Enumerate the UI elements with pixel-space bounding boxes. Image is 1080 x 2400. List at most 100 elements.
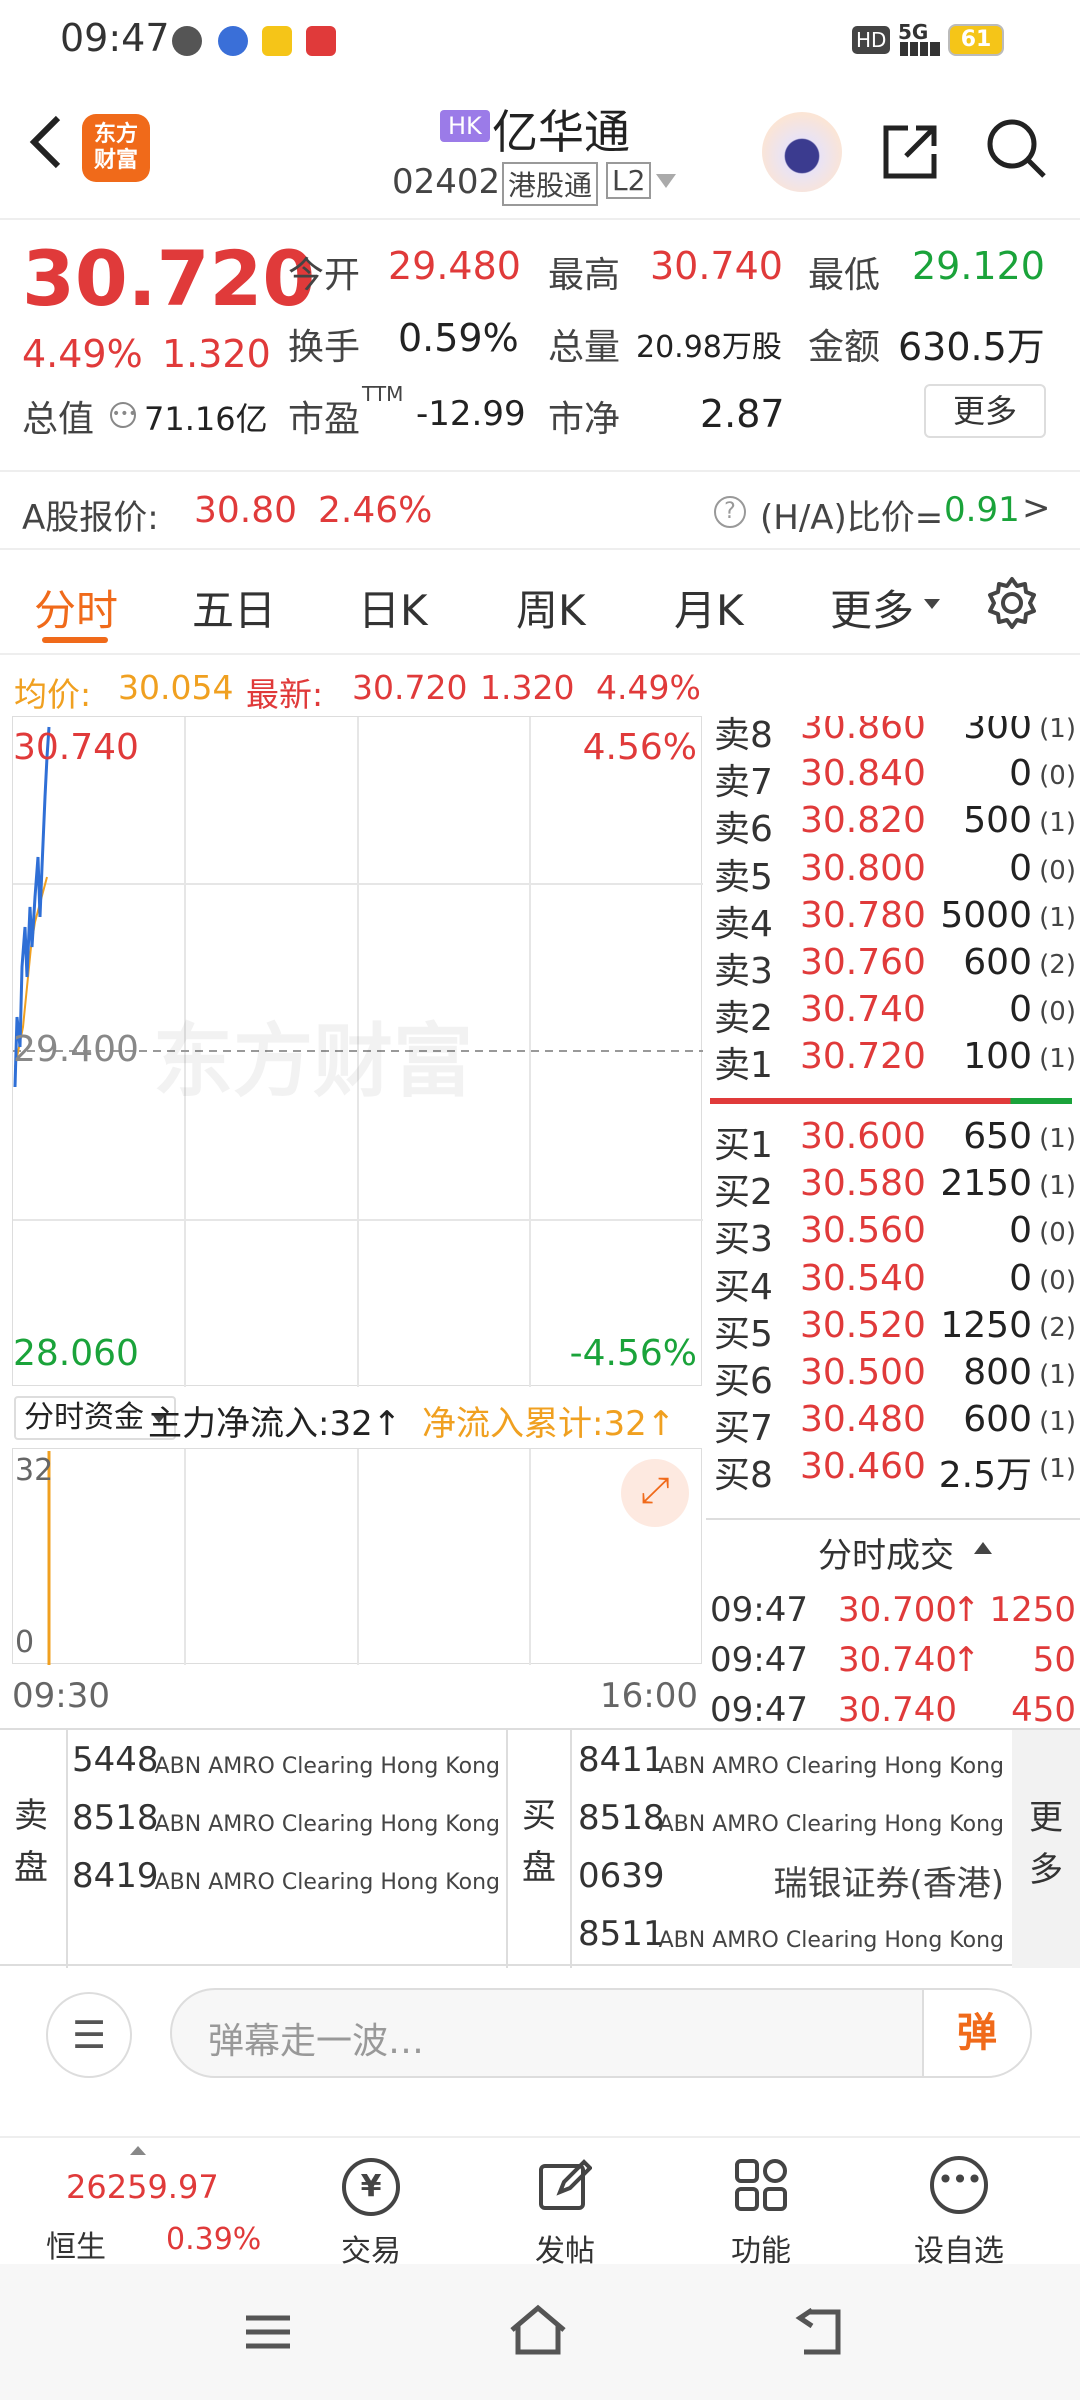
ask-row[interactable]: 卖2 30.740 0 (0) (710, 989, 1080, 1039)
status-time: 09:47 (60, 16, 170, 60)
order-book[interactable]: 卖8 30.860 300 (1) 卖7 30.840 0 (0) 卖6 30.820 500 (1)… (706, 716, 1080, 1516)
wechat-icon (172, 26, 202, 56)
broker-queue[interactable]: 卖 盘 5448 ABN AMRO Clearing Hong Kong 8518 A… (0, 1728, 1080, 1968)
nav-post[interactable]: 发帖 (500, 2138, 630, 2269)
tick-trades[interactable]: 分时成交 09:47 30.700 ↑ 1250 09:47 30.740 ↑ 50 09:47… (706, 1518, 1080, 1730)
intraday-chart[interactable]: 东方财富 30.740 4.56% 29.400 28.060 -4.56% (12, 716, 703, 1387)
bid-volume: 600 (963, 1399, 1032, 1441)
stock-app-icon (306, 26, 336, 56)
ask-row[interactable]: 卖3 30.760 600 (2) (710, 942, 1080, 992)
sell-broker-code[interactable]: 8419 (72, 1856, 159, 1896)
trade-row: 09:47 30.740 ↑ 50 (706, 1640, 1080, 1690)
trade-price: 30.700 (838, 1590, 957, 1630)
ask-row[interactable]: 卖6 30.820 500 (1) (710, 800, 1080, 850)
quote-panel: 30.720 4.49% 1.320 今开 29.480 最高 30.740 最… (0, 222, 1080, 467)
hang-seng-index[interactable]: 26259.97 恒生 0.39% (30, 2138, 270, 2266)
index-name: 恒生 (46, 2230, 106, 2265)
ask-count: (0) (1039, 997, 1076, 1028)
time-start: 09:30 (12, 1676, 110, 1716)
sell-broker-name[interactable]: ABN AMRO Clearing Hong Kong (155, 1754, 500, 1779)
buy-broker-name[interactable]: 瑞银证券(香港) (773, 1856, 1004, 1905)
search-icon[interactable] (984, 116, 1050, 182)
bid-row[interactable]: 买2 30.580 2150 (1) (710, 1163, 1080, 1213)
bid-row[interactable]: 买8 30.460 2.5万 (1) (710, 1446, 1080, 1496)
index-pct: 0.39% (166, 2222, 262, 2257)
nav-trade[interactable]: ¥ 交易 (306, 2138, 436, 2269)
bid-row[interactable]: 买5 30.520 1250 (2) (710, 1305, 1080, 1355)
tab-five-day[interactable]: 五日 (192, 577, 276, 638)
info-icon[interactable]: ••• (110, 402, 137, 428)
trade-row: 09:47 30.700 ↑ 1250 (706, 1590, 1080, 1640)
nav-watchlist[interactable]: ••• 设自选 (894, 2138, 1024, 2269)
divider (570, 1730, 572, 1968)
bid-level-label: 买2 (714, 1172, 773, 1214)
tab-weekly-k[interactable]: 周K (516, 577, 586, 638)
stock-code: 02402 (392, 162, 501, 202)
help-icon[interactable]: ? (714, 496, 746, 528)
ask-row[interactable]: 卖5 30.800 0 (0) (710, 848, 1080, 898)
trade-price: 30.740 (838, 1690, 957, 1730)
tab-more[interactable]: 更多 (830, 577, 914, 638)
settings-gear-icon[interactable] (984, 575, 1040, 631)
sell-broker-name[interactable]: ABN AMRO Clearing Hong Kong (155, 1812, 500, 1837)
ask-row[interactable]: 卖1 30.720 100 (1) (710, 1036, 1080, 1086)
caret-up-icon (130, 2146, 146, 2155)
buy-broker-code[interactable]: 8511 (578, 1914, 665, 1954)
battery-icon: 61 (948, 24, 1004, 56)
robot-avatar-icon[interactable] (762, 112, 842, 192)
home-icon[interactable] (508, 2304, 568, 2356)
bid-row[interactable]: 买6 30.500 800 (1) (710, 1352, 1080, 1402)
level2-tag: L2 (606, 162, 652, 199)
bid-row[interactable]: 买3 30.560 0 (0) (710, 1210, 1080, 1260)
open-value: 29.480 (388, 244, 521, 288)
ask-row[interactable]: 卖8 30.860 300 (1) (710, 716, 1080, 756)
tab-monthly-k[interactable]: 月K (674, 577, 744, 638)
tab-daily-k[interactable]: 日K (358, 577, 428, 638)
ask-row[interactable]: 卖7 30.840 0 (0) (710, 753, 1080, 803)
tab-intraday[interactable]: 分时 (34, 577, 118, 638)
buy-broker-name[interactable]: ABN AMRO Clearing Hong Kong (659, 1928, 1004, 1953)
buy-broker-name[interactable]: ABN AMRO Clearing Hong Kong (659, 1754, 1004, 1779)
notes-icon[interactable]: ☰ (46, 1992, 132, 2078)
bid-volume: 0 (1009, 1210, 1032, 1252)
fund-flow-chart[interactable]: 32 0 ⤢ (12, 1448, 702, 1665)
back-icon[interactable] (22, 112, 72, 172)
share-icon[interactable] (878, 120, 942, 184)
bid-count: (1) (1039, 1407, 1076, 1438)
bid-row[interactable]: 买4 30.540 0 (0) (710, 1257, 1080, 1308)
chart-tabs: 分时 五日 日K 周K 月K 更多 (0, 555, 1080, 655)
buy-broker-code[interactable]: 8411 (578, 1740, 665, 1780)
vol-top-label: 32 (15, 1453, 54, 1488)
a-share-bar[interactable]: A股报价: 30.80 2.46% ? (H/A)比价= 0.91 > (0, 470, 1080, 550)
ask-row[interactable]: 卖4 30.780 5000 (1) (710, 895, 1080, 945)
buy-broker-name[interactable]: ABN AMRO Clearing Hong Kong (659, 1812, 1004, 1837)
latest-label: 最新: (246, 675, 324, 714)
nav-functions[interactable]: 功能 (696, 2138, 826, 2269)
bid-volume: 0 (1009, 1257, 1032, 1299)
buy-broker-code[interactable]: 8518 (578, 1798, 665, 1838)
danmu-send-button[interactable]: 弹 (922, 1990, 1030, 2076)
more-button[interactable]: 更多 (924, 384, 1046, 438)
low-label: 最低 (808, 255, 881, 296)
trade-arrow: ↑ (952, 1640, 981, 1680)
buy-broker-code[interactable]: 0639 (578, 1856, 665, 1896)
broker-more-button[interactable]: 更 多 (1012, 1730, 1080, 1968)
ask-price: 30.760 (800, 942, 926, 983)
pe-sup: TTM (362, 382, 404, 406)
chart-watermark: 东方财富 (153, 1015, 473, 1108)
sell-broker-code[interactable]: 5448 (72, 1740, 159, 1780)
menu-icon[interactable] (244, 2312, 292, 2352)
sell-broker-name[interactable]: ABN AMRO Clearing Hong Kong (155, 1870, 500, 1895)
bottom-nav: 26259.97 恒生 0.39% ¥ 交易 发帖 功能 ••• 设自选 (0, 2136, 1080, 2269)
back-nav-icon[interactable] (794, 2307, 844, 2356)
meituan-icon (262, 26, 292, 56)
chevron-down-icon[interactable] (656, 174, 676, 188)
bid-volume: 650 (963, 1116, 1032, 1157)
sell-broker-code[interactable]: 8518 (72, 1798, 159, 1838)
danmu-input[interactable]: 弹幕走一波… 弹 (170, 1988, 1032, 2078)
bid-row[interactable]: 买7 30.480 600 (1) (710, 1399, 1080, 1449)
expand-icon[interactable]: ⤢ (621, 1459, 689, 1527)
ask-level-label: 卖7 (714, 762, 773, 804)
bid-row[interactable]: 买1 30.600 650 (1) (710, 1116, 1080, 1166)
latest-pct: 4.49% (596, 668, 701, 707)
